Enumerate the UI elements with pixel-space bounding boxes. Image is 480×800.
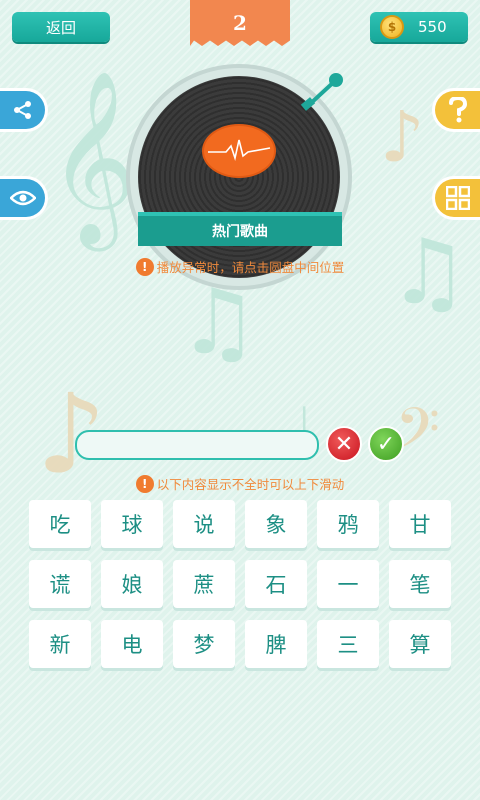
- char-key[interactable]: 吃: [29, 500, 91, 548]
- char-key[interactable]: 三: [317, 620, 379, 668]
- char-key[interactable]: 象: [245, 500, 307, 548]
- coin-counter: $ 550: [370, 12, 468, 42]
- clear-answer-button[interactable]: ✕: [326, 426, 362, 462]
- char-key[interactable]: 梦: [173, 620, 235, 668]
- char-key[interactable]: 新: [29, 620, 91, 668]
- scroll-hint: ! 以下内容显示不全时可以上下滑动: [0, 474, 480, 493]
- warning-icon: !: [135, 257, 154, 276]
- char-key[interactable]: 谎: [29, 560, 91, 608]
- playback-hint: ! 播放异常时，请点击圆盘中间位置: [0, 257, 480, 276]
- waveform-icon: [208, 139, 271, 161]
- char-key[interactable]: 球: [101, 500, 163, 548]
- eye-icon: [9, 190, 36, 206]
- char-key[interactable]: 说: [173, 500, 235, 548]
- char-key[interactable]: 蔗: [173, 560, 235, 608]
- check-icon: ✓: [376, 431, 396, 457]
- hint-button[interactable]: [432, 88, 480, 132]
- char-key[interactable]: 笔: [389, 560, 451, 608]
- submit-answer-button[interactable]: ✓: [368, 426, 404, 462]
- song-category-label: 热门歌曲: [138, 212, 342, 246]
- note-decoration: ♪: [380, 96, 425, 178]
- scroll-hint-text: 以下内容显示不全时可以上下滑动: [156, 477, 345, 492]
- grid-icon: [445, 186, 470, 210]
- answer-input[interactable]: [75, 430, 319, 460]
- char-key[interactable]: 娘: [101, 560, 163, 608]
- level-banner: 2: [190, 0, 290, 46]
- tonearm-icon: [300, 73, 343, 111]
- playback-hint-text: 播放异常时，请点击圆盘中间位置: [156, 260, 345, 275]
- question-icon: [448, 97, 467, 123]
- disc-center-label[interactable]: [202, 124, 276, 178]
- char-key[interactable]: 甘: [389, 500, 451, 548]
- char-key[interactable]: 鸦: [317, 500, 379, 548]
- character-keyboard: 吃 球 说 象 鸦 甘 谎 娘 蔗 石 一 笔 新 电 梦 脾 三 算: [29, 500, 451, 668]
- coin-count: 550: [418, 18, 447, 36]
- dollar-coin-icon: $: [380, 15, 404, 39]
- treble-clef-decoration: 𝄞: [48, 70, 137, 244]
- char-key[interactable]: 一: [317, 560, 379, 608]
- char-key[interactable]: 脾: [245, 620, 307, 668]
- char-key[interactable]: 电: [101, 620, 163, 668]
- char-key[interactable]: 石: [245, 560, 307, 608]
- close-icon: ✕: [334, 431, 354, 457]
- reveal-button[interactable]: [0, 176, 48, 220]
- warning-icon: !: [135, 474, 154, 493]
- share-button[interactable]: [0, 88, 48, 132]
- share-icon: [13, 101, 31, 119]
- menu-grid-button[interactable]: [432, 176, 480, 220]
- char-key[interactable]: 算: [389, 620, 451, 668]
- back-button[interactable]: 返回: [12, 12, 110, 42]
